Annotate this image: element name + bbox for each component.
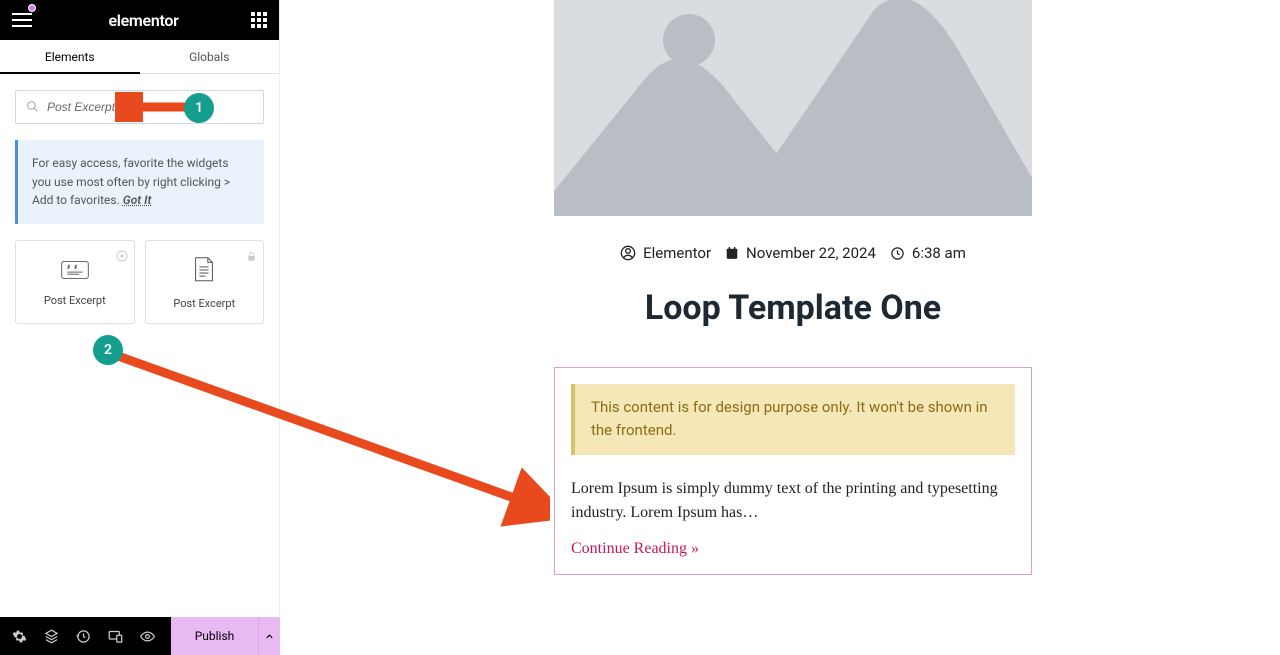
lock-icon — [246, 247, 257, 266]
footer-icons — [0, 629, 167, 644]
annotation-badge-1: 1 — [184, 93, 214, 123]
annotation-badge-2: 2 — [93, 335, 123, 365]
panel-header: elementor — [0, 0, 279, 40]
panel-footer: Publish — [0, 617, 280, 655]
panel-tabs: Elements Globals — [0, 40, 279, 74]
navigator-icon[interactable] — [44, 629, 59, 644]
settings-icon[interactable] — [12, 629, 27, 644]
tab-elements[interactable]: Elements — [0, 40, 140, 73]
preview-icon[interactable] — [140, 629, 155, 644]
elementor-panel: elementor Elements Globals For easy acce… — [0, 0, 280, 655]
post-time: 6:38 am — [912, 244, 966, 262]
publish-options[interactable] — [258, 617, 280, 655]
user-icon — [620, 245, 636, 261]
widget-label: Post Excerpt — [173, 297, 235, 310]
continue-reading-link[interactable]: Continue Reading » — [571, 540, 699, 558]
clock-icon — [890, 246, 905, 261]
calendar-icon — [725, 246, 739, 260]
widget-label: Post Excerpt — [44, 294, 106, 307]
author-name: Elementor — [643, 244, 711, 262]
apps-icon[interactable] — [251, 12, 267, 28]
favorites-tip: For easy access, favorite the widgets yo… — [15, 140, 264, 224]
widget-post-excerpt-pro[interactable]: Post Excerpt — [145, 240, 265, 324]
quote-icon — [61, 260, 89, 284]
meta-date[interactable]: November 22, 2024 — [725, 244, 876, 262]
fav-icon — [116, 247, 128, 266]
meta-time[interactable]: 6:38 am — [890, 244, 966, 262]
notification-dot — [28, 4, 36, 12]
meta-author[interactable]: Elementor — [620, 244, 711, 262]
widget-list: Post Excerpt Post Excerpt — [0, 240, 279, 324]
post-title[interactable]: Loop Template One — [554, 288, 1032, 328]
search-input[interactable] — [47, 100, 253, 114]
got-it-link[interactable]: Got It — [123, 193, 152, 207]
publish-button[interactable]: Publish — [171, 617, 258, 655]
editor-canvas[interactable]: Elementor November 22, 2024 6:38 am Loop… — [280, 0, 1280, 655]
excerpt-text: Lorem Ipsum is simply dummy text of the … — [571, 477, 1015, 527]
tab-globals[interactable]: Globals — [140, 40, 280, 73]
post-date: November 22, 2024 — [746, 244, 876, 262]
widget-post-excerpt[interactable]: Post Excerpt — [15, 240, 135, 324]
search-widget-box[interactable] — [15, 90, 264, 124]
history-icon[interactable] — [76, 629, 91, 644]
post-meta: Elementor November 22, 2024 6:38 am — [554, 244, 1032, 262]
featured-image-placeholder[interactable] — [554, 0, 1032, 216]
search-icon — [26, 98, 39, 117]
post-excerpt-widget[interactable]: This content is for design purpose only.… — [554, 367, 1032, 575]
responsive-icon[interactable] — [108, 629, 123, 644]
brand-logo: elementor — [108, 11, 178, 30]
document-icon — [193, 257, 215, 287]
design-notice: This content is for design purpose only.… — [571, 384, 1015, 455]
